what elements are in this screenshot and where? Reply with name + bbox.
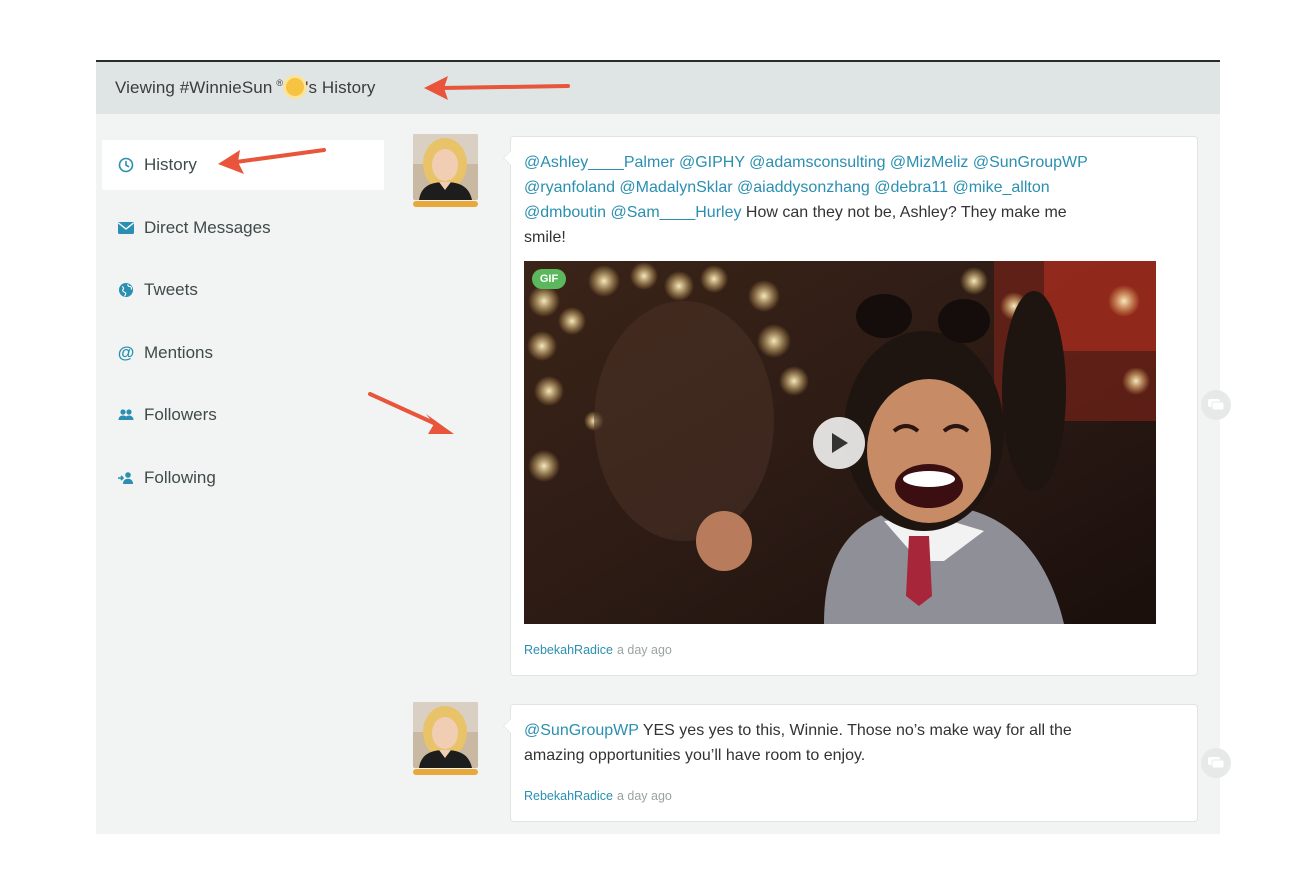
- avatar[interactable]: [413, 702, 478, 768]
- mention-links[interactable]: @ryanfoland @MadalynSklar @aiaddysonzhan…: [524, 179, 1050, 196]
- globe-icon: [116, 280, 136, 300]
- gif-media[interactable]: GIF: [524, 261, 1156, 624]
- envelope-icon: [116, 218, 136, 238]
- play-button[interactable]: [813, 417, 865, 469]
- tweet-text: @SunGroupWP YES yes yes to this, Winnie.…: [524, 718, 1072, 768]
- clock-icon: [116, 155, 136, 175]
- reply-button[interactable]: [1201, 748, 1231, 778]
- reply-button[interactable]: [1201, 390, 1231, 420]
- sidebar-item-label: History: [144, 155, 197, 174]
- comment-icon: [1208, 399, 1225, 411]
- tweet-meta: RebekahRadice a day ago: [524, 643, 672, 657]
- title-prefix: Viewing #WinnieSun: [115, 78, 273, 97]
- page-title: Viewing #WinnieSun ® 's History: [115, 78, 376, 98]
- author-link[interactable]: RebekahRadice: [524, 643, 613, 657]
- sidebar-nav: History Direct Messages Tweets @ Mention…: [102, 140, 384, 515]
- play-icon: [832, 433, 848, 453]
- title-suffix: 's History: [305, 78, 376, 97]
- app-frame: Viewing #WinnieSun ® 's History History Di…: [96, 60, 1231, 834]
- avatar-status-bar: [413, 201, 478, 207]
- user-follow-icon: [116, 468, 136, 488]
- sidebar-item-tweets[interactable]: Tweets: [102, 265, 384, 315]
- sidebar-item-label: Mentions: [144, 342, 213, 362]
- avatar-status-bar: [413, 769, 478, 775]
- mention-link[interactable]: @SunGroupWP: [524, 722, 639, 739]
- tweet-body: How can they not be, Ashley? They make m…: [741, 204, 1067, 221]
- gif-badge: GIF: [532, 269, 566, 289]
- registered-mark: ®: [276, 78, 284, 89]
- annotation-arrow-history: [218, 148, 326, 174]
- comment-icon: [1208, 757, 1225, 769]
- tweet-text: @Ashley____Palmer @GIPHY @adamsconsultin…: [524, 150, 1088, 250]
- tweet-meta: RebekahRadice a day ago: [524, 789, 672, 803]
- tweet-card: @Ashley____Palmer @GIPHY @adamsconsultin…: [503, 136, 1198, 676]
- at-icon: @: [117, 342, 135, 362]
- annotation-arrow-feed: [368, 392, 454, 434]
- timestamp: a day ago: [616, 643, 672, 657]
- sidebar-item-mentions[interactable]: @ Mentions: [102, 328, 384, 378]
- mention-links[interactable]: @Ashley____Palmer @GIPHY @adamsconsultin…: [524, 154, 1088, 171]
- sun-emoji-icon: [286, 78, 305, 96]
- sidebar-item-label: Following: [144, 467, 216, 487]
- sidebar-item-followers[interactable]: Followers: [102, 390, 384, 440]
- timestamp: a day ago: [616, 789, 672, 803]
- sidebar-item-label: Tweets: [144, 280, 198, 299]
- annotation-arrow-header: [424, 76, 570, 100]
- author-link[interactable]: RebekahRadice: [524, 789, 613, 803]
- tweet-body: smile!: [524, 229, 566, 246]
- sidebar-item-label: Followers: [144, 405, 217, 424]
- tweet-body: amazing opportunities you’ll have room t…: [524, 747, 866, 764]
- sidebar-item-label: Direct Messages: [144, 217, 271, 237]
- mention-links[interactable]: @dmboutin @Sam____Hurley: [524, 204, 741, 221]
- avatar[interactable]: [413, 134, 478, 200]
- history-header: Viewing #WinnieSun ® 's History: [96, 62, 1220, 114]
- sidebar-item-following[interactable]: Following: [102, 453, 384, 503]
- tweet-card: @SunGroupWP YES yes yes to this, Winnie.…: [503, 704, 1198, 822]
- tweet-body: YES yes yes to this, Winnie. Those no’s …: [638, 722, 1072, 739]
- users-icon: [116, 405, 136, 425]
- sidebar-item-direct-messages[interactable]: Direct Messages: [102, 203, 384, 253]
